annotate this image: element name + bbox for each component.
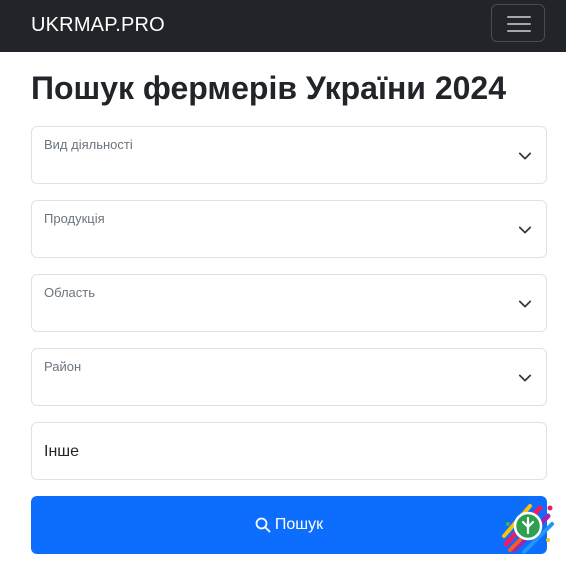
chevron-down-icon: [518, 226, 532, 234]
activity-select-label: Вид діяльності: [44, 137, 133, 152]
hamburger-menu-icon: [507, 30, 531, 32]
hamburger-menu-icon: [507, 16, 531, 18]
colorful-badge-logo-icon[interactable]: [500, 500, 556, 554]
brand-logo-text[interactable]: UKRMAP.PRO: [31, 13, 165, 37]
page-title: Пошук фермерів України 2024: [31, 70, 507, 106]
navbar: UKRMAP.PRO: [0, 0, 566, 52]
other-input[interactable]: Інше: [31, 422, 547, 480]
product-select-label: Продукція: [44, 211, 105, 226]
region-select-label: Область: [44, 285, 96, 300]
district-select[interactable]: Район: [31, 348, 547, 406]
district-select-label: Район: [44, 359, 82, 374]
product-select[interactable]: Продукція: [31, 200, 547, 258]
chevron-down-icon: [518, 374, 532, 382]
chevron-down-icon: [518, 300, 532, 308]
search-icon: [255, 517, 271, 533]
menu-toggle-button[interactable]: [491, 4, 545, 42]
chevron-down-icon: [518, 152, 532, 160]
search-button-label: Пошук: [274, 516, 324, 533]
other-input-value: Інше: [44, 443, 80, 460]
search-button[interactable]: Пошук: [31, 496, 547, 554]
activity-select[interactable]: Вид діяльності: [31, 126, 547, 184]
region-select[interactable]: Область: [31, 274, 547, 332]
hamburger-menu-icon: [507, 23, 531, 25]
